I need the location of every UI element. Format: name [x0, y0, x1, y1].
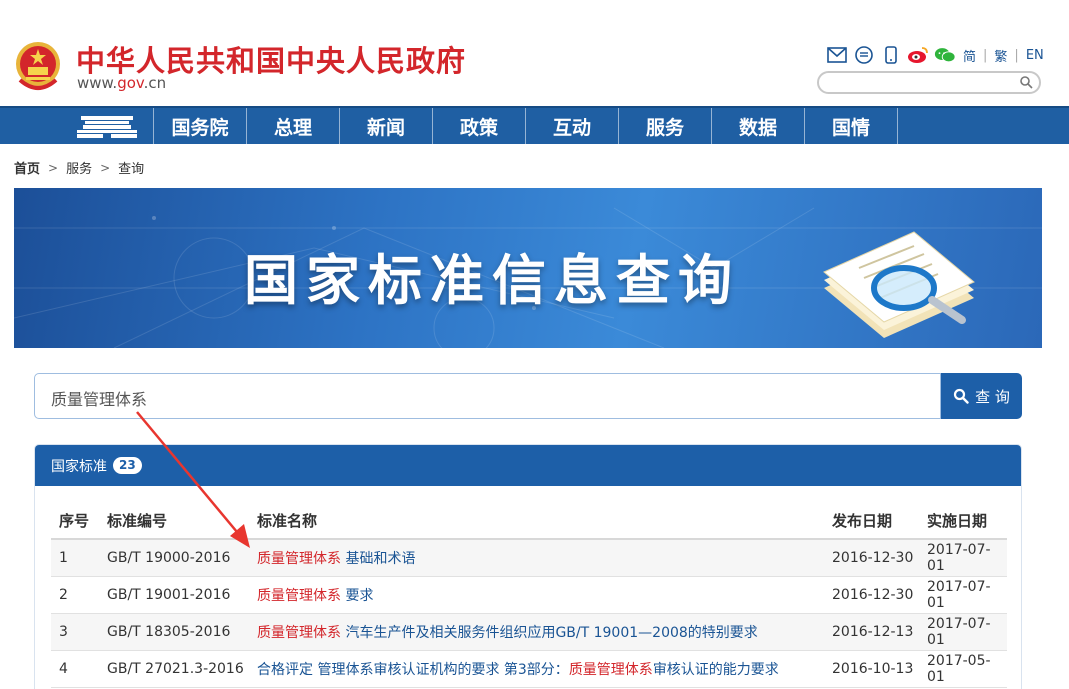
column-header-code: 标准编号 — [99, 503, 249, 540]
nav-item-national[interactable]: 国情 — [805, 108, 898, 144]
nav-home-link[interactable] — [60, 108, 154, 144]
nav-item-policy[interactable]: 政策 — [433, 108, 526, 144]
row-number: 2 — [51, 576, 99, 614]
effective-date: 2017-07-01 — [919, 576, 1007, 614]
mobile-icon[interactable] — [880, 45, 902, 65]
row-number: 1 — [51, 539, 99, 577]
national-emblem-icon[interactable] — [14, 40, 62, 92]
nav-item-data[interactable]: 数据 — [712, 108, 805, 144]
lang-separator: | — [1014, 47, 1019, 63]
published-date: 2016-12-30 — [824, 576, 919, 614]
standard-search-input[interactable]: 质量管理体系 — [34, 373, 941, 419]
nav-item-state-council[interactable]: 国务院 — [154, 108, 247, 144]
wechat-icon[interactable] — [934, 45, 956, 65]
weibo-icon[interactable] — [907, 45, 929, 65]
row-number: 3 — [51, 613, 99, 651]
main-nav: 国务院 总理 新闻 政策 互动 服务 数据 国情 — [0, 106, 1069, 144]
results-title: 国家标准 — [51, 458, 107, 475]
domain-prefix: www. — [77, 74, 118, 92]
search-icon[interactable] — [1019, 75, 1033, 89]
document-magnifier-icon — [823, 231, 975, 338]
tiananmen-icon — [76, 116, 137, 138]
breadcrumb-services[interactable]: 服务 — [66, 158, 92, 177]
nav-item-services[interactable]: 服务 — [619, 108, 712, 144]
standard-code: GB/T 27021.3-2016 — [99, 650, 249, 688]
lang-traditional-link[interactable]: 繁 — [994, 46, 1007, 65]
chevron-right-icon: > — [100, 160, 111, 175]
nav-item-interaction[interactable]: 互动 — [526, 108, 619, 144]
published-date: 2016-10-13 — [824, 650, 919, 688]
breadcrumb: 首页 > 服务 > 查询 — [14, 158, 144, 178]
column-header-published: 发布日期 — [824, 503, 919, 540]
lang-separator: | — [983, 47, 988, 63]
search-icon — [954, 388, 969, 404]
chevron-right-icon: > — [48, 160, 59, 175]
domain-suffix: .cn — [143, 74, 167, 92]
standard-code: GB/T 19000-2016 — [99, 539, 249, 577]
column-header-effective: 实施日期 — [919, 503, 1007, 540]
standard-code: GB/T 19001-2016 — [99, 576, 249, 614]
banner-title: 国家标准信息查询 — [244, 249, 740, 312]
standard-code: GB/T 18305-2016 — [99, 613, 249, 651]
standard-name-link[interactable]: 合格评定 管理体系审核认证机构的要求 第3部分：质量管理体系审核认证的能力要求 — [249, 650, 824, 688]
column-header-no: 序号 — [51, 503, 99, 540]
breadcrumb-home[interactable]: 首页 — [14, 158, 40, 177]
results-panel: 国家标准 23 序号 标准编号 标准名称 发布日期 实施日期 1 GB/T 19… — [34, 444, 1022, 689]
effective-date: 2017-07-01 — [919, 539, 1007, 577]
effective-date: 2017-07-01 — [919, 613, 1007, 651]
row-number: 4 — [51, 650, 99, 688]
feed-icon[interactable] — [853, 45, 875, 65]
table-row[interactable]: 2 GB/T 19001-2016 质量管理体系 要求 2016-12-30 2… — [51, 576, 1007, 614]
header-tools: 简 | 繁 | EN — [826, 44, 1046, 66]
table-row[interactable]: 4 GB/T 27021.3-2016 合格评定 管理体系审核认证机构的要求 第… — [51, 650, 1007, 688]
page-banner: 国家标准信息查询 — [14, 188, 1042, 348]
results-header: 国家标准 23 — [35, 445, 1021, 486]
breadcrumb-query[interactable]: 查询 — [118, 158, 144, 177]
search-button-label: 查 询 — [975, 387, 1010, 406]
nav-item-news[interactable]: 新闻 — [340, 108, 433, 144]
published-date: 2016-12-13 — [824, 613, 919, 651]
published-date: 2016-12-30 — [824, 539, 919, 577]
lang-english-link[interactable]: EN — [1026, 48, 1044, 63]
mail-icon[interactable] — [826, 45, 848, 65]
table-row[interactable]: 1 GB/T 19000-2016 质量管理体系 基础和术语 2016-12-3… — [51, 539, 1007, 577]
nav-item-premier[interactable]: 总理 — [247, 108, 340, 144]
lang-simplified-link[interactable]: 简 — [963, 46, 976, 65]
table-row[interactable]: 3 GB/T 18305-2016 质量管理体系 汽车生产件及相关服务件组织应用… — [51, 613, 1007, 651]
search-value: 质量管理体系 — [51, 390, 148, 409]
results-count-badge: 23 — [113, 457, 142, 474]
results-table: 序号 标准编号 标准名称 发布日期 实施日期 1 GB/T 19000-2016… — [51, 503, 1007, 688]
standard-name-link[interactable]: 质量管理体系 汽车生产件及相关服务件组织应用GB/T 19001—2008的特别… — [249, 613, 824, 651]
standard-name-link[interactable]: 质量管理体系 要求 — [249, 576, 824, 614]
site-search-input[interactable] — [817, 71, 1041, 94]
search-button[interactable]: 查 询 — [941, 373, 1022, 419]
site-header: 中华人民共和国中央人民政府 www.gov.cn 简 | 繁 | EN — [0, 0, 1069, 106]
site-domain: www.gov.cn — [77, 74, 166, 92]
column-header-name: 标准名称 — [249, 503, 824, 540]
domain-gov: gov — [117, 74, 144, 92]
standard-name-link[interactable]: 质量管理体系 基础和术语 — [249, 539, 824, 577]
effective-date: 2017-05-01 — [919, 650, 1007, 688]
